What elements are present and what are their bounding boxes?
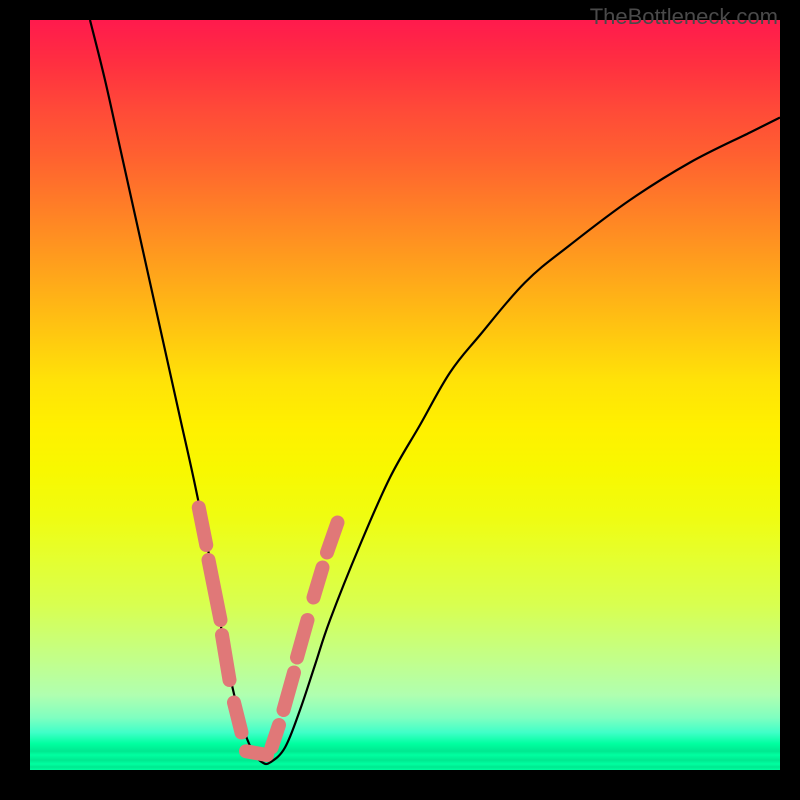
- plot-area: [30, 20, 780, 770]
- bottleneck-curve: [90, 20, 780, 764]
- marker-segment: [234, 703, 242, 733]
- marker-segment: [297, 620, 308, 658]
- chart-frame: TheBottleneck.com: [0, 0, 800, 800]
- marker-segment: [314, 568, 323, 598]
- marker-segment: [199, 508, 207, 546]
- watermark-text: TheBottleneck.com: [590, 4, 778, 30]
- marker-segment: [222, 635, 230, 680]
- marker-segment: [327, 523, 338, 553]
- marker-segment: [246, 751, 267, 755]
- highlight-markers: [199, 508, 338, 756]
- marker-segment: [272, 725, 280, 748]
- chart-svg: [30, 20, 780, 770]
- marker-segment: [209, 560, 221, 620]
- marker-segment: [284, 673, 295, 711]
